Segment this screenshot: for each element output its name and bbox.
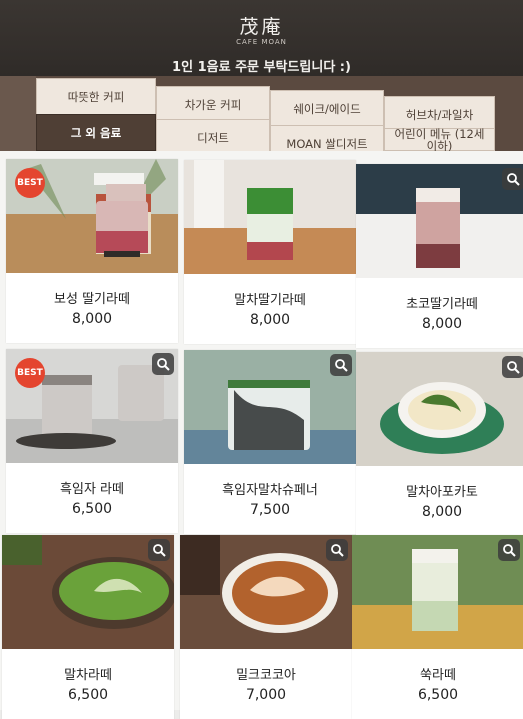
- magnifier-icon[interactable]: [498, 539, 520, 561]
- magnifier-icon[interactable]: [152, 353, 174, 375]
- product-name: 초코딸기라떼: [406, 297, 478, 312]
- magnifier-icon[interactable]: [326, 539, 348, 561]
- tab-hot-coffee[interactable]: 따뜻한 커피: [36, 78, 156, 115]
- tab-kids-menu[interactable]: 어린이 메뉴 (12세 이하): [384, 128, 495, 152]
- product-name: 흑임자 라떼: [60, 482, 124, 497]
- order-notice: 1인 1음료 주문 부탁드립니다 :): [172, 60, 351, 75]
- tab-shake-ade[interactable]: 쉐이크/에이드: [270, 90, 384, 127]
- product-name: 흑임자말차슈페너: [222, 483, 318, 498]
- product-card[interactable]: 밀크코코아 7,000: [180, 535, 352, 719]
- product-image: [184, 160, 356, 274]
- product-card[interactable]: BEST 흑임자 라떼 6,500: [6, 349, 178, 533]
- product-card[interactable]: 흑임자말차슈페너 7,500: [184, 350, 356, 534]
- magnifier-icon[interactable]: [502, 168, 523, 190]
- best-badge: BEST: [15, 358, 45, 388]
- product-card[interactable]: BEST 보성 딸기라떼 8,000: [6, 159, 178, 343]
- product-price: 7,500: [249, 502, 291, 518]
- product-grid: BEST 보성 딸기라떼 8,000 말차딸기라떼 8,000 초코딸기라떼 8…: [0, 151, 523, 719]
- tab-other-drinks[interactable]: 그 외 음료: [36, 114, 156, 151]
- tab-side-panel: [0, 76, 36, 151]
- product-name: 쑥라떼: [420, 668, 456, 683]
- tab-iced-coffee[interactable]: 차가운 커피: [156, 86, 270, 123]
- product-image: [356, 164, 523, 278]
- product-image: [356, 352, 523, 466]
- product-price: 8,000: [249, 312, 291, 328]
- best-badge: BEST: [15, 168, 45, 198]
- product-name: 말차아포카토: [406, 485, 478, 500]
- product-name: 말차딸기라떼: [234, 293, 306, 308]
- product-price: 8,000: [71, 311, 113, 327]
- product-name: 말차라떼: [64, 668, 112, 683]
- product-card[interactable]: 쑥라떼 6,500: [352, 535, 523, 719]
- product-card[interactable]: 말차아포카토 8,000: [356, 352, 523, 536]
- product-card[interactable]: 말차라떼 6,500: [2, 535, 174, 719]
- product-price: 8,000: [421, 504, 463, 520]
- magnifier-icon[interactable]: [148, 539, 170, 561]
- cafe-logo: 茂庵: [239, 16, 284, 38]
- category-tabs: 따뜻한 커피 차가운 커피 쉐이크/에이드 허브차/과일차 그 외 음료 디저트…: [0, 76, 523, 162]
- product-price: 7,000: [245, 687, 287, 703]
- cafe-logo-subtitle: CAFE MOAN: [236, 38, 287, 46]
- product-price: 6,500: [417, 687, 459, 703]
- magnifier-icon[interactable]: [502, 356, 523, 378]
- product-price: 8,000: [421, 316, 463, 332]
- product-price: 6,500: [71, 501, 113, 517]
- product-card[interactable]: 말차딸기라떼 8,000: [184, 160, 356, 344]
- product-card[interactable]: 초코딸기라떼 8,000: [356, 164, 523, 348]
- product-price: 6,500: [67, 687, 109, 703]
- magnifier-icon[interactable]: [330, 354, 352, 376]
- product-name: 보성 딸기라떼: [54, 292, 130, 307]
- header: 茂庵 CAFE MOAN 1인 1음료 주문 부탁드립니다 :): [0, 0, 523, 76]
- product-name: 밀크코코아: [236, 668, 296, 683]
